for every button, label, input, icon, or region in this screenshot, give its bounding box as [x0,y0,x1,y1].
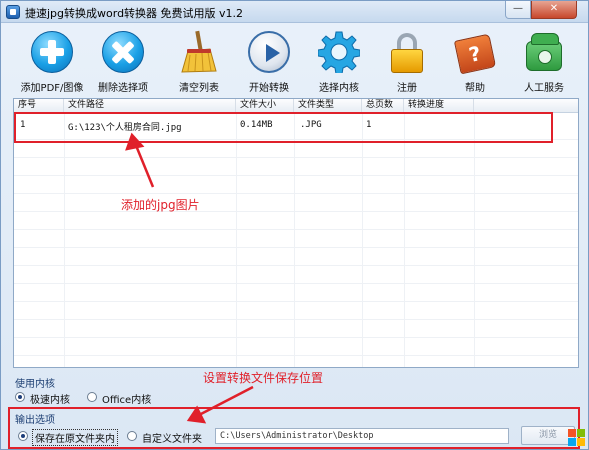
select-engine-label: 选择内核 [319,83,359,94]
column-header-pages[interactable]: 总页数 [362,99,404,113]
engine-office-radio[interactable] [87,392,97,402]
add-icon [31,31,73,73]
manual-service-label: 人工服务 [524,83,564,94]
clear-list-label: 清空列表 [179,83,219,94]
delete-selected-button[interactable]: 删除选择项 [88,27,158,95]
column-header-size[interactable]: 文件大小 [236,99,294,113]
engine-fast-radio[interactable] [15,392,25,402]
custom-folder-label[interactable]: 自定义文件夹 [142,430,202,445]
register-label: 注册 [397,83,417,94]
lock-icon [386,31,428,73]
gear-icon [318,31,360,73]
app-window: 捷速jpg转换成word转换器 免费试用版 v1.2 — ✕ 添加PDF/图像 … [0,0,589,450]
annotation-save-location: 设置转换文件保存位置 [203,371,324,385]
row-highlight-box [14,112,553,143]
toolbar: 添加PDF/图像 删除选择项 清空列表 开始转换 选择内核 注册 ? 帮助 人工… [1,25,588,95]
broom-icon [181,30,217,73]
annotation-added-jpg: 添加的jpg图片 [121,198,200,212]
column-header-path[interactable]: 文件路径 [64,99,236,113]
register-button[interactable]: 注册 [372,27,442,95]
engine-fast-label[interactable]: 极速内核 [30,391,70,406]
custom-folder-radio[interactable] [127,431,137,441]
app-icon [6,5,20,19]
column-header-type[interactable]: 文件类型 [294,99,362,113]
clear-list-button[interactable]: 清空列表 [164,27,234,95]
engine-section-label: 使用内核 [15,379,55,390]
start-convert-button[interactable]: 开始转换 [234,27,304,95]
select-engine-button[interactable]: 选择内核 [304,27,374,95]
output-section-label: 输出选项 [15,415,55,426]
delete-selected-label: 删除选择项 [98,83,148,94]
minimize-button[interactable]: — [505,1,531,19]
column-header-progress[interactable]: 转换进度 [404,99,474,113]
save-original-folder-label[interactable]: 保存在原文件夹内 [32,429,118,446]
save-original-folder-radio[interactable] [18,431,28,441]
manual-service-button[interactable]: 人工服务 [509,27,579,95]
play-icon [248,31,290,73]
help-label: 帮助 [465,83,485,94]
start-convert-label: 开始转换 [249,83,289,94]
table-header: 序号 文件路径 文件大小 文件类型 总页数 转换进度 [14,99,578,113]
close-button[interactable]: ✕ [531,1,577,19]
add-pdf-image-button[interactable]: 添加PDF/图像 [17,27,87,95]
add-pdf-image-label: 添加PDF/图像 [20,83,84,94]
help-button[interactable]: 帮助 [440,27,510,95]
delete-icon [102,31,144,73]
title-bar: 捷速jpg转换成word转换器 免费试用版 v1.2 — ✕ [1,1,588,23]
help-book-icon [453,31,497,75]
browse-button[interactable]: 浏览 [521,426,575,445]
window-title: 捷速jpg转换成word转换器 免费试用版 v1.2 [25,7,244,20]
windows-logo-icon [568,429,586,447]
engine-office-label[interactable]: Office内核 [102,391,151,406]
output-path-input[interactable]: C:\Users\Administrator\Desktop [215,428,509,444]
phone-icon [523,31,565,73]
column-header-index[interactable]: 序号 [14,99,64,113]
